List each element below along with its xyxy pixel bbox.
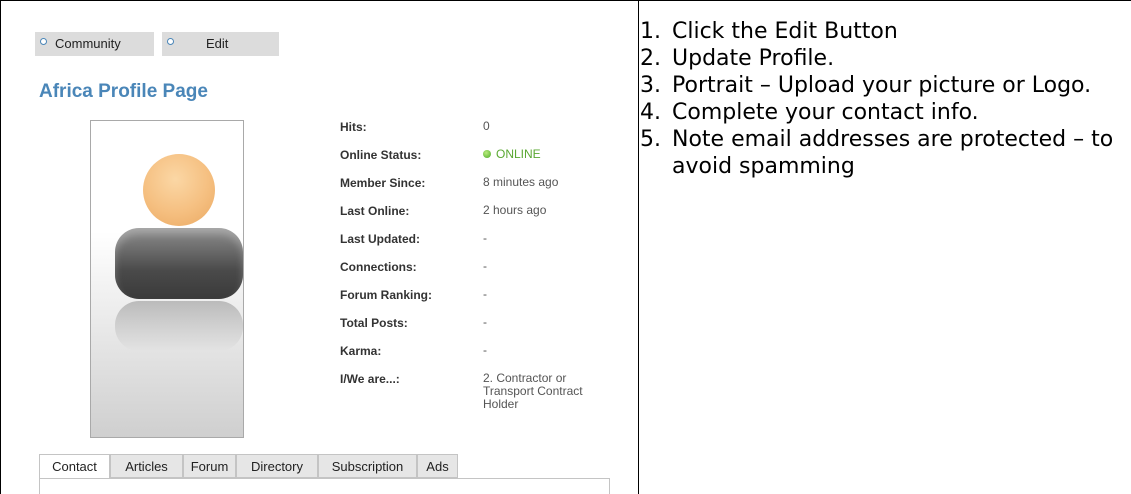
stat-label: Forum Ranking: xyxy=(340,288,432,302)
step-number: 3. xyxy=(640,73,661,98)
avatar xyxy=(90,120,244,438)
community-button[interactable]: Community xyxy=(35,32,154,56)
tab-panel xyxy=(39,478,610,494)
online-status-text: ONLINE xyxy=(496,147,541,161)
stat-label: Last Updated: xyxy=(340,232,421,246)
page-title: Africa Profile Page xyxy=(39,81,208,102)
edit-button[interactable]: Edit xyxy=(162,32,279,56)
step-number: 5. xyxy=(640,127,661,152)
step-number: 4. xyxy=(640,100,661,125)
circle-bullet-icon xyxy=(40,38,47,45)
step-text: Portrait – Upload your picture or Logo. xyxy=(672,73,1092,98)
stat-value: 2 hours ago xyxy=(483,203,547,217)
avatar-head-icon xyxy=(143,154,215,226)
green-dot-icon xyxy=(483,150,491,158)
step-number: 2. xyxy=(640,46,661,71)
stat-value: 8 minutes ago xyxy=(483,175,559,189)
tab-articles[interactable]: Articles xyxy=(110,454,183,478)
step-number: 1. xyxy=(640,19,661,44)
instruction-item: 2. Update Profile. xyxy=(640,45,1131,72)
tab-contact-info[interactable]: Contact Info xyxy=(39,454,110,494)
stat-label: Member Since: xyxy=(340,176,426,190)
stat-value: - xyxy=(483,343,487,357)
instructions-pane: 1. Click the Edit Button 2. Update Profile… xyxy=(640,1,1131,494)
avatar-reflection xyxy=(115,301,243,351)
instruction-item: 5. Note email addresses are protected – t… xyxy=(640,126,1131,180)
tab-ads[interactable]: Ads xyxy=(417,454,458,478)
online-status: ONLINE xyxy=(483,148,608,161)
stat-value: - xyxy=(483,287,487,301)
instruction-item: 4. Complete your contact info. xyxy=(640,99,1131,126)
avatar-body-icon xyxy=(115,228,243,299)
table-divider xyxy=(638,0,639,494)
tab-forum[interactable]: Forum xyxy=(183,454,236,478)
step-text: Note email addresses are protected – to … xyxy=(672,127,1114,179)
stat-label: Connections: xyxy=(340,260,417,274)
stat-label: Last Online: xyxy=(340,204,410,218)
stat-value: - xyxy=(483,231,487,245)
screenshot-pane: Community Edit Africa Profile Page Hits:… xyxy=(1,1,638,494)
stat-value: 0 xyxy=(483,119,490,133)
stat-label: Hits: xyxy=(340,120,367,134)
stat-label: Karma: xyxy=(340,344,382,358)
step-text: Click the Edit Button xyxy=(672,19,898,44)
tab-directory[interactable]: Directory xyxy=(236,454,318,478)
stat-label: I/We are...: xyxy=(340,372,400,386)
stat-label: Online Status: xyxy=(340,148,422,162)
circle-bullet-icon xyxy=(167,38,174,45)
stat-value: 2. Contractor or Transport Contract Hold… xyxy=(483,371,583,411)
step-text: Update Profile. xyxy=(672,46,835,71)
instruction-list: 1. Click the Edit Button 2. Update Profile… xyxy=(640,18,1131,180)
instruction-item: 3. Portrait – Upload your picture or Logo… xyxy=(640,72,1131,99)
community-label: Community xyxy=(55,36,121,51)
tab-subscription[interactable]: Subscription xyxy=(318,454,417,478)
edit-label: Edit xyxy=(206,36,229,51)
stat-value: - xyxy=(483,259,487,273)
instruction-item: 1. Click the Edit Button xyxy=(640,18,1131,45)
step-text: Complete your contact info. xyxy=(672,100,979,125)
stat-label: Total Posts: xyxy=(340,316,408,330)
stat-value: - xyxy=(483,315,487,329)
